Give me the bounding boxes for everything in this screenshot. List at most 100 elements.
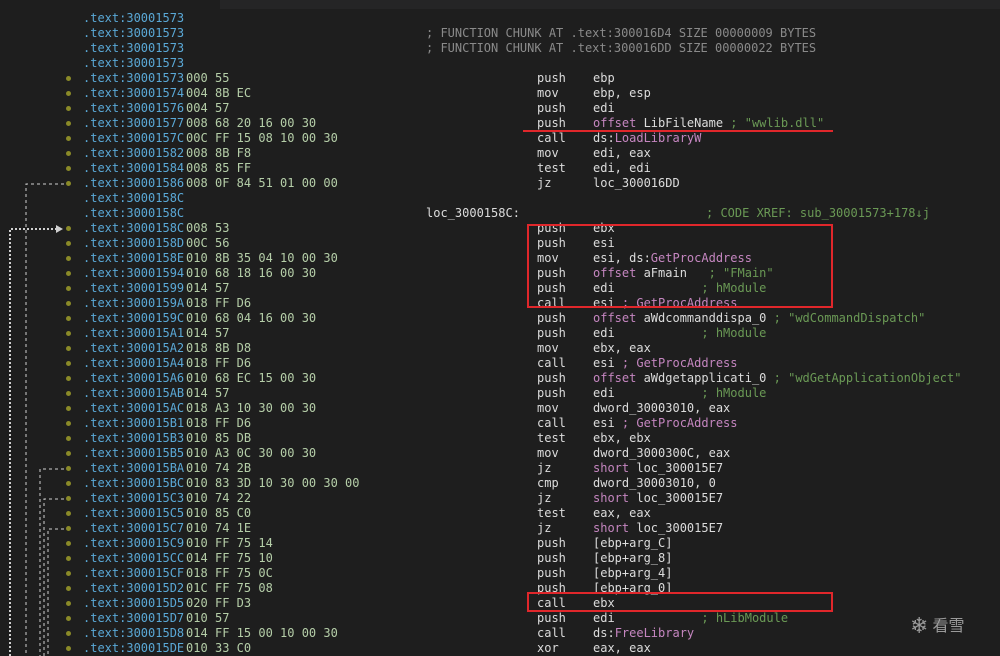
address-label[interactable]: .text:3000158E — [83, 251, 184, 266]
stack-pointer[interactable]: 004 — [186, 86, 208, 101]
stack-pointer[interactable]: 018 — [186, 416, 208, 431]
code-line[interactable]: .text:300015BA 010 74 2B jz short loc_300015… — [0, 461, 1000, 476]
address-label[interactable]: .text:30001573 — [83, 71, 184, 86]
opcode-bytes[interactable]: 74 1E — [215, 521, 251, 536]
opcode-bytes[interactable]: 83 3D 10 30 00 30 00 — [215, 476, 360, 491]
code-line[interactable]: .text:300015D8 014 FF 15 00 10 00 30 call ds… — [0, 626, 1000, 641]
mnemonic[interactable]: push — [537, 611, 566, 626]
code-line[interactable]: .text:30001573 000 55 push ebp — [0, 71, 1000, 86]
stack-pointer[interactable]: 010 — [186, 266, 208, 281]
opcode-bytes[interactable]: 8B 35 04 10 00 30 — [215, 251, 338, 266]
opcode-bytes[interactable]: 55 — [215, 71, 229, 86]
address-label[interactable]: .text:300015CC — [83, 551, 184, 566]
code-line[interactable]: .text:30001577 008 68 20 16 00 30 push offse… — [0, 116, 1000, 131]
operands[interactable]: ebx — [593, 596, 615, 611]
stack-pointer[interactable]: 008 — [186, 116, 208, 131]
address-label[interactable]: .text:300015AC — [83, 401, 184, 416]
code-line[interactable]: .text:3000158D 00C 56 push esi — [0, 236, 1000, 251]
mnemonic[interactable]: push — [537, 236, 566, 251]
operands[interactable]: offset aWdgetapplicati_0 ; "wdGetApplica… — [593, 371, 961, 386]
opcode-bytes[interactable]: FF D3 — [215, 596, 251, 611]
address-label[interactable]: .text:300015B1 — [83, 416, 184, 431]
code-line[interactable]: .text:300015B1 018 FF D6 call esi ; GetProcA… — [0, 416, 1000, 431]
operands[interactable]: ds:FreeLibrary — [593, 626, 694, 641]
stack-pointer[interactable]: 01C — [186, 581, 208, 596]
opcode-bytes[interactable]: 57 — [215, 281, 229, 296]
operands[interactable]: esi ; GetProcAddress — [593, 356, 738, 371]
operands[interactable]: edi ; hModule — [593, 281, 766, 296]
code-line[interactable]: .text:30001573 ; FUNCTION CHUNK AT .text:… — [0, 26, 1000, 41]
opcode-bytes[interactable]: 57 — [215, 611, 229, 626]
stack-pointer[interactable]: 014 — [186, 386, 208, 401]
operands[interactable]: short loc_300015E7 — [593, 521, 723, 536]
code-line[interactable]: .text:30001573 — [0, 11, 1000, 26]
stack-pointer[interactable]: 010 — [186, 251, 208, 266]
stack-pointer[interactable]: 014 — [186, 281, 208, 296]
address-label[interactable]: .text:30001576 — [83, 101, 184, 116]
stack-pointer[interactable]: 018 — [186, 566, 208, 581]
code-line[interactable]: .text:300015C3 010 74 22 jz short loc_300015… — [0, 491, 1000, 506]
code-line[interactable]: .text:300015A2 018 8B D8 mov ebx, eax — [0, 341, 1000, 356]
stack-pointer[interactable]: 004 — [186, 101, 208, 116]
code-line[interactable]: .text:300015A6 010 68 EC 15 00 30 push offse… — [0, 371, 1000, 386]
address-label[interactable]: .text:300015D2 — [83, 581, 184, 596]
code-line[interactable]: .text:30001573 — [0, 56, 1000, 71]
operands[interactable]: eax, eax — [593, 641, 651, 656]
code-line[interactable]: .text:30001576 004 57 push edi — [0, 101, 1000, 116]
opcode-bytes[interactable]: 8B EC — [215, 86, 251, 101]
mnemonic[interactable]: test — [537, 431, 566, 446]
mnemonic[interactable]: call — [537, 626, 566, 641]
code-line[interactable]: .text:3000158C loc_3000158C: ; CODE XREF: … — [0, 206, 1000, 221]
operands[interactable]: edi, edi — [593, 161, 651, 176]
xref-comment[interactable]: ; CODE XREF: sub_30001573+178↓j — [706, 206, 930, 221]
opcode-bytes[interactable]: A3 0C 30 00 30 — [215, 446, 316, 461]
mnemonic[interactable]: push — [537, 311, 566, 326]
stack-pointer[interactable]: 018 — [186, 356, 208, 371]
mnemonic[interactable]: xor — [537, 641, 559, 656]
mnemonic[interactable]: push — [537, 371, 566, 386]
opcode-bytes[interactable]: 68 18 16 00 30 — [215, 266, 316, 281]
address-label[interactable]: .text:300015BC — [83, 476, 184, 491]
code-line[interactable]: .text:30001594 010 68 18 16 00 30 push offse… — [0, 266, 1000, 281]
operands[interactable]: esi — [593, 236, 615, 251]
code-line[interactable]: .text:300015D7 010 57 push edi ; hLibModule — [0, 611, 1000, 626]
address-label[interactable]: .text:300015C5 — [83, 506, 184, 521]
address-label[interactable]: .text:3000158C — [83, 221, 184, 236]
opcode-bytes[interactable]: 74 2B — [215, 461, 251, 476]
code-line[interactable]: .text:3000157C 00C FF 15 08 10 00 30 call ds… — [0, 131, 1000, 146]
active-tab[interactable] — [0, 0, 220, 9]
stack-pointer[interactable]: 010 — [186, 521, 208, 536]
operands[interactable]: offset aFmain ; "FMain" — [593, 266, 774, 281]
chunk-comment[interactable]: ; FUNCTION CHUNK AT .text:300016D4 SIZE … — [426, 26, 816, 41]
stack-pointer[interactable]: 010 — [186, 431, 208, 446]
code-line[interactable]: .text:300015BC 010 83 3D 10 30 00 30 00 cmp… — [0, 476, 1000, 491]
opcode-bytes[interactable]: FF D6 — [215, 296, 251, 311]
opcode-bytes[interactable]: 8B F8 — [215, 146, 251, 161]
stack-pointer[interactable]: 010 — [186, 536, 208, 551]
stack-pointer[interactable]: 008 — [186, 146, 208, 161]
opcode-bytes[interactable]: 85 FF — [215, 161, 251, 176]
operands[interactable]: edi ; hModule — [593, 326, 766, 341]
address-label[interactable]: .text:300015BA — [83, 461, 184, 476]
address-label[interactable]: .text:30001586 — [83, 176, 184, 191]
address-label[interactable]: .text:30001599 — [83, 281, 184, 296]
operands[interactable]: ebp, esp — [593, 86, 651, 101]
mnemonic[interactable]: jz — [537, 461, 551, 476]
disassembly-listing[interactable]: .text:30001573 .text:30001573; FUNCTION C… — [0, 9, 1000, 656]
address-label[interactable]: .text:3000158C — [83, 206, 184, 221]
operands[interactable]: edi ; hLibModule — [593, 611, 788, 626]
address-label[interactable]: .text:300015A1 — [83, 326, 184, 341]
code-line[interactable]: .text:30001573 ; FUNCTION CHUNK AT .text:… — [0, 41, 1000, 56]
address-label[interactable]: .text:300015B3 — [83, 431, 184, 446]
address-label[interactable]: .text:30001594 — [83, 266, 184, 281]
stack-pointer[interactable]: 020 — [186, 596, 208, 611]
opcode-bytes[interactable]: 56 — [215, 236, 229, 251]
mnemonic[interactable]: cmp — [537, 476, 559, 491]
opcode-bytes[interactable]: 57 — [215, 386, 229, 401]
code-line[interactable]: .text:300015C5 010 85 C0 test eax, eax — [0, 506, 1000, 521]
stack-pointer[interactable]: 010 — [186, 611, 208, 626]
code-line[interactable]: .text:30001574 004 8B EC mov ebp, esp — [0, 86, 1000, 101]
operands[interactable]: ebx, ebx — [593, 431, 651, 446]
address-label[interactable]: .text:300015A6 — [83, 371, 184, 386]
operands[interactable]: ebp — [593, 71, 615, 86]
